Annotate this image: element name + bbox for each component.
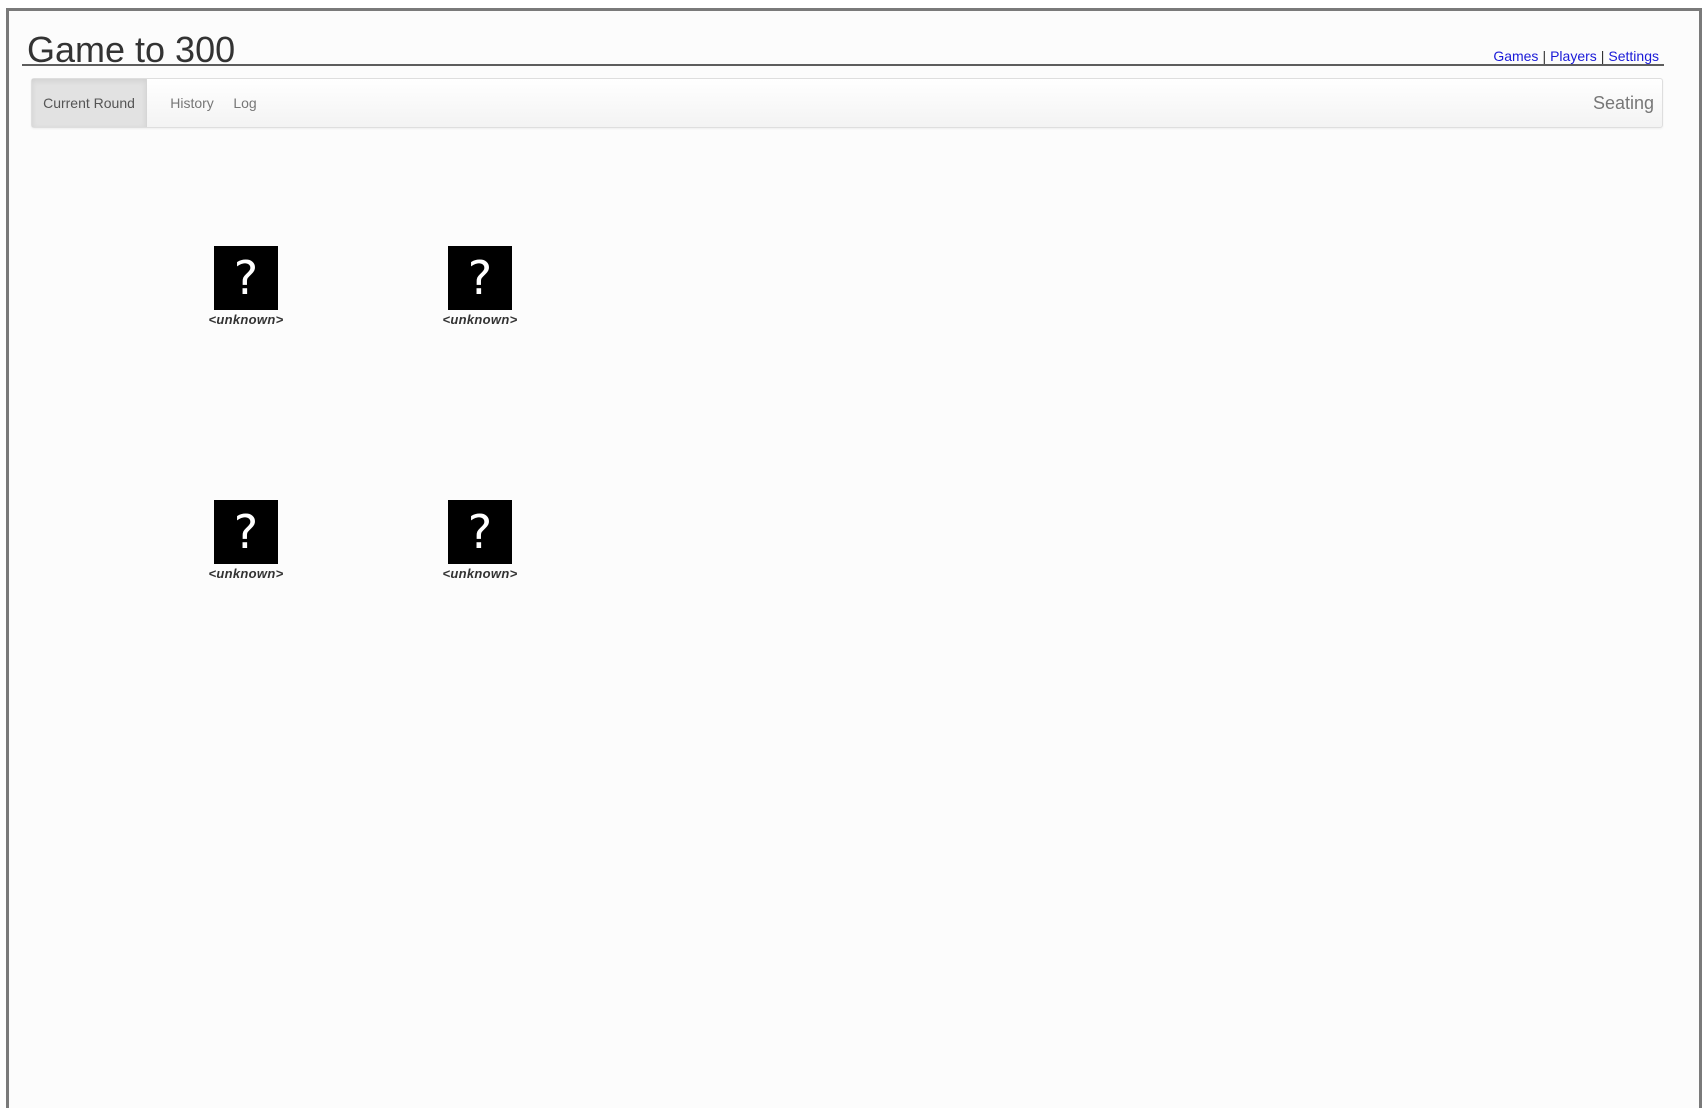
games-link[interactable]: Games (1493, 48, 1538, 64)
tab-log[interactable]: Log (224, 79, 266, 127)
player-name: <unknown> (208, 566, 284, 581)
tab-history[interactable]: History (162, 79, 222, 127)
player-name: <unknown> (208, 312, 284, 327)
seating-link[interactable]: Seating (1593, 79, 1654, 127)
settings-link[interactable]: Settings (1608, 48, 1659, 64)
unknown-player-icon: ? (214, 246, 278, 310)
player-seat[interactable]: ? <unknown> (420, 500, 540, 581)
player-seat[interactable]: ? <unknown> (420, 246, 540, 327)
player-name: <unknown> (442, 312, 518, 327)
tab-current-round[interactable]: Current Round (32, 79, 147, 127)
players-link[interactable]: Players (1550, 48, 1597, 64)
player-seat[interactable]: ? <unknown> (186, 500, 306, 581)
top-links: Games | Players | Settings (1493, 48, 1659, 64)
link-separator: | (1600, 48, 1605, 64)
unknown-player-icon: ? (448, 500, 512, 564)
page-title: Game to 300 (27, 29, 236, 70)
page-header: Game to 300 Games | Players | Settings (22, 22, 1664, 70)
navbar: Current Round History Log Seating (31, 78, 1663, 128)
link-separator: | (1542, 48, 1547, 64)
player-seat[interactable]: ? <unknown> (186, 246, 306, 327)
unknown-player-icon: ? (214, 500, 278, 564)
player-name: <unknown> (442, 566, 518, 581)
unknown-player-icon: ? (448, 246, 512, 310)
